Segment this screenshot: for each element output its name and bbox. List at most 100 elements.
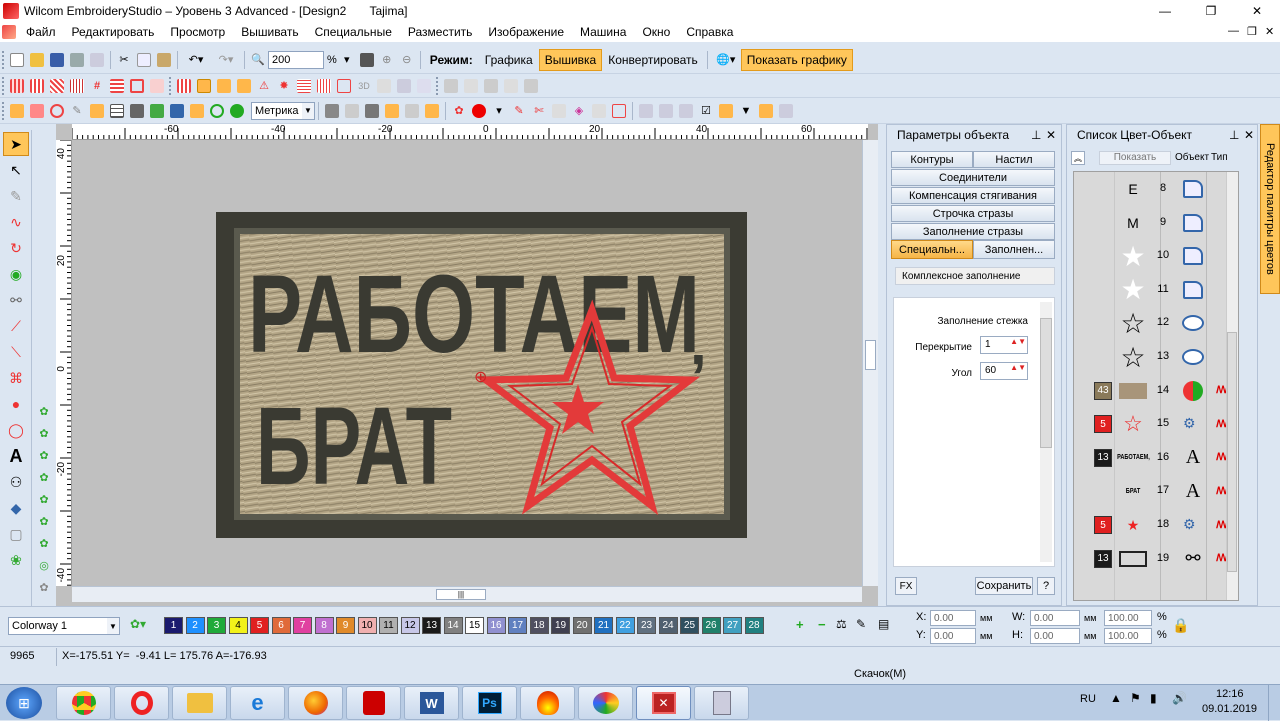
save-button[interactable]: Сохранить xyxy=(975,577,1033,595)
tab-fill2[interactable]: Заполнен... xyxy=(973,240,1055,259)
photoshop-task-icon[interactable]: Ps xyxy=(462,686,517,720)
vertical-scrollbar[interactable] xyxy=(862,140,878,586)
tool-16-icon[interactable] xyxy=(383,102,401,120)
menu-special[interactable]: Специальные xyxy=(307,25,400,39)
palette-swatch[interactable]: 12 xyxy=(400,617,420,634)
palette-swatch[interactable]: 17 xyxy=(508,617,527,634)
tool-10-icon[interactable] xyxy=(188,102,206,120)
tool-3-icon[interactable] xyxy=(48,102,66,120)
color-tool-1-icon[interactable]: ⚖ xyxy=(836,617,854,635)
tool-32-icon[interactable] xyxy=(777,102,795,120)
stitch-type-17-icon[interactable] xyxy=(335,77,353,95)
y-input[interactable]: 0.00 xyxy=(930,628,976,644)
embroidery-studio-task-icon[interactable]: ✕ xyxy=(636,686,691,720)
overlap-input[interactable]: 1 ▲▼ xyxy=(980,336,1028,354)
palette-swatch[interactable]: 1 xyxy=(164,617,183,634)
palette-swatch[interactable]: 8 xyxy=(314,617,334,634)
palette-swatch[interactable]: 20 xyxy=(572,617,592,634)
sub-tool-2-icon[interactable]: ✿ xyxy=(33,422,55,444)
reshape-icon[interactable]: ↖ xyxy=(3,158,29,182)
zoom-dropdown-icon[interactable]: ▾ xyxy=(338,51,356,69)
open-folder-icon[interactable] xyxy=(28,51,46,69)
stitch-type-3-icon[interactable] xyxy=(48,77,66,95)
palette-tool-icon[interactable]: ✿▾ xyxy=(130,617,156,635)
volume-icon[interactable]: 🔊 xyxy=(1172,691,1187,705)
menu-window[interactable]: Окно xyxy=(634,25,678,39)
print-preview-icon[interactable] xyxy=(88,51,106,69)
design-canvas[interactable]: РАБОТАЕМ , БРАТ ⊕ xyxy=(72,140,864,586)
close-button[interactable]: ✕ xyxy=(1234,0,1280,22)
menu-help[interactable]: Справка xyxy=(678,25,741,39)
grid-icon[interactable] xyxy=(108,102,126,120)
tab-contours[interactable]: Контуры xyxy=(891,151,973,168)
tab-fill[interactable]: Настил xyxy=(973,151,1055,168)
tool-27-icon[interactable] xyxy=(657,102,675,120)
color-object-row[interactable]: 43 14 ꟿ xyxy=(1074,374,1238,408)
tool-15-icon[interactable] xyxy=(363,102,381,120)
color-object-row[interactable]: 5 ☆ 15 ⚙ ꟿ xyxy=(1074,407,1238,441)
zoom-combo[interactable]: 200 xyxy=(268,50,324,69)
monogram-icon[interactable]: ⚇ xyxy=(3,470,29,494)
palette-swatch[interactable]: 10 xyxy=(357,617,377,634)
palette-swatch[interactable]: 6 xyxy=(271,617,291,634)
remove-color-icon[interactable]: − xyxy=(818,617,834,635)
menu-machine[interactable]: Машина xyxy=(572,25,634,39)
collapse-icon[interactable]: ︽ xyxy=(1071,151,1085,165)
mode-graphics-button[interactable]: Графика xyxy=(479,49,539,71)
palette-swatch[interactable]: 5 xyxy=(250,617,269,634)
tray-expand-icon[interactable]: ▲ xyxy=(1110,691,1122,705)
explorer-task-icon[interactable] xyxy=(172,686,227,720)
stitch-type-14-icon[interactable]: ✸ xyxy=(275,77,293,95)
stitch-type-15-icon[interactable] xyxy=(295,77,313,95)
tool-28-icon[interactable] xyxy=(677,102,695,120)
angle-input[interactable]: 60 ▲▼ xyxy=(980,362,1028,380)
stitch-type-4-icon[interactable] xyxy=(68,77,86,95)
tab-rhinestone-line[interactable]: Строчка стразы xyxy=(891,205,1055,222)
palette-swatch[interactable]: 28 xyxy=(744,617,764,634)
minimize-button[interactable]: — xyxy=(1142,0,1188,22)
tool-12-icon[interactable] xyxy=(228,102,246,120)
acrobat-task-icon[interactable] xyxy=(346,686,401,720)
palette-swatch[interactable]: 19 xyxy=(551,617,570,634)
pin-icon[interactable]: ⊥ xyxy=(1031,128,1041,142)
copy-icon[interactable] xyxy=(135,51,153,69)
stitch-type-10-icon[interactable] xyxy=(195,77,213,95)
tab-special[interactable]: Специальн... xyxy=(891,240,973,259)
redo-icon[interactable]: ↷▾ xyxy=(212,51,240,69)
chrome-task-icon[interactable] xyxy=(56,686,111,720)
palette-swatch[interactable]: 2 xyxy=(185,617,205,634)
sub-tool-3-icon[interactable]: ✿ xyxy=(33,444,55,466)
palette-swatch[interactable]: 24 xyxy=(658,617,678,634)
sub-tool-6-icon[interactable]: ✿ xyxy=(33,510,55,532)
overlap-spinner-icon[interactable]: ▲▼ xyxy=(1010,337,1026,346)
print-icon[interactable] xyxy=(68,51,86,69)
palette-swatch[interactable]: 22 xyxy=(615,617,635,634)
color-object-row[interactable]: ★ 10 xyxy=(1074,239,1238,273)
palette-swatch[interactable]: 14 xyxy=(443,617,463,634)
column-icon[interactable]: ⚯ xyxy=(3,288,29,312)
app-fire-task-icon[interactable] xyxy=(520,686,575,720)
color-object-row[interactable]: 13 РАБОТАЕМ, 16 A ꟿ xyxy=(1074,441,1238,475)
fx-button[interactable]: FX xyxy=(895,577,917,595)
vscroll-thumb[interactable] xyxy=(865,340,876,370)
hscroll-thumb[interactable]: ||| xyxy=(436,589,486,600)
stitch-type-13-icon[interactable]: ⚠ xyxy=(255,77,273,95)
sub-tool-5-icon[interactable]: ✿ xyxy=(33,488,55,510)
digitize-line-icon[interactable]: ⟋ xyxy=(3,314,29,338)
color-object-row[interactable]: БРАТ 17 A ꟿ xyxy=(1074,474,1238,508)
run-stitch-icon[interactable]: ∿ xyxy=(3,210,29,234)
stitch-type-7-icon[interactable] xyxy=(128,77,146,95)
tab-connectors[interactable]: Соединители xyxy=(891,169,1055,186)
tool-29-icon[interactable] xyxy=(717,102,735,120)
properties-scroll-thumb[interactable] xyxy=(1040,318,1052,448)
appliqué-icon[interactable]: ◆ xyxy=(3,496,29,520)
w-percent-input[interactable]: 100.00 xyxy=(1104,610,1152,626)
palette-swatch[interactable]: 4 xyxy=(228,617,248,634)
tool-13-icon[interactable] xyxy=(323,102,341,120)
sub-tool-9-icon[interactable]: ✿ xyxy=(33,576,55,598)
palette-swatch[interactable]: 13 xyxy=(422,617,441,634)
calculator-task-icon[interactable] xyxy=(694,686,749,720)
globe-icon[interactable]: 🌐▾ xyxy=(712,51,740,69)
checkbox-icon[interactable]: ☑ xyxy=(697,102,715,120)
palette-swatch[interactable]: 7 xyxy=(293,617,312,634)
